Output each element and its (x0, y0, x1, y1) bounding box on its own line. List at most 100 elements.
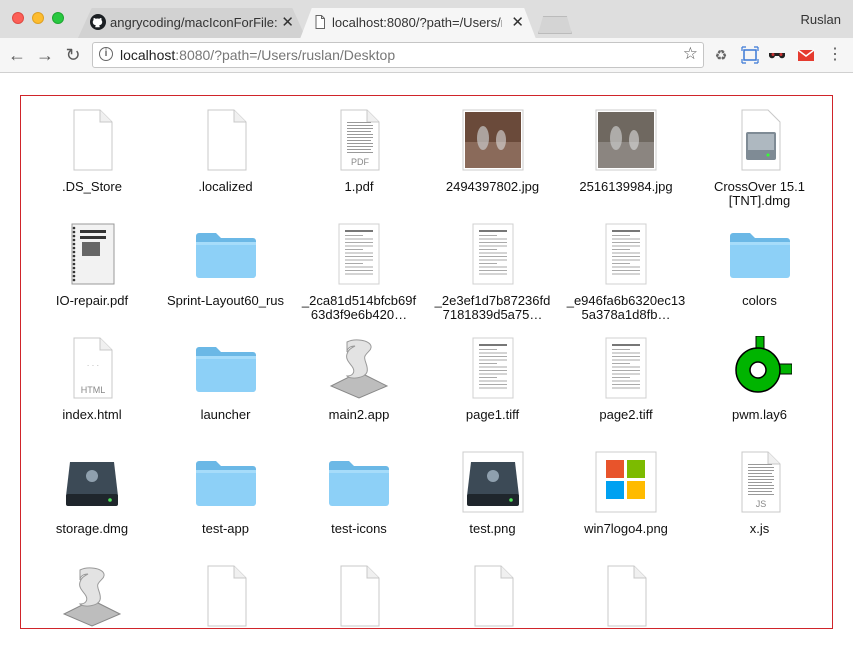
file-item[interactable]: test.png (433, 442, 553, 552)
file-name: _2ca81d514bfcb69f63d3f9e6b420… (301, 294, 417, 322)
disk-image-icon (728, 108, 792, 172)
window-close-button[interactable] (12, 12, 24, 24)
file-item[interactable]: pwm.lay6 (700, 328, 820, 438)
svg-text:· · ·: · · · (87, 361, 99, 370)
file-name: CrossOver 15.1 [TNT].dmg (713, 180, 806, 208)
file-item[interactable] (433, 556, 553, 628)
file-item[interactable]: test-app (166, 442, 286, 552)
svg-text:HTML: HTML (81, 385, 106, 395)
file-name: 2516139984.jpg (579, 180, 673, 194)
file-item[interactable]: _2e3ef1d7b87236fd7181839d5a75… (433, 214, 553, 324)
file-name: win7logo4.png (584, 522, 668, 536)
blank-file-icon (194, 564, 258, 628)
menu-kebab-icon[interactable]: ⋮ (826, 46, 844, 64)
js-file-icon: JS (728, 450, 792, 514)
page-content: .DS_Store .localized PDF 1.pdf 2494397802.jp… (0, 73, 853, 649)
mail-extension-icon[interactable] (797, 46, 815, 64)
file-item[interactable]: _2ca81d514bfcb69f63d3f9e6b420… (299, 214, 419, 324)
file-grid: .DS_Store .localized PDF 1.pdf 2494397802.jp… (20, 95, 833, 629)
file-item[interactable]: Sprint-Layout60_rus (166, 214, 286, 324)
app-script-icon (327, 336, 391, 400)
window-minimize-button[interactable] (32, 12, 44, 24)
close-icon[interactable]: ✕ (511, 13, 524, 31)
file-item[interactable]: CrossOver 15.1 [TNT].dmg (700, 100, 820, 210)
file-item[interactable]: 2516139984.jpg (566, 100, 686, 210)
html-file-icon: · · · HTML (60, 336, 124, 400)
file-item[interactable] (566, 556, 686, 628)
file-name: _e946fa6b6320ec135a378a1d8fb… (566, 294, 686, 322)
close-icon[interactable]: ✕ (281, 13, 294, 31)
tab-github[interactable]: angrycoding/macIconForFile: N ✕ (78, 8, 306, 38)
window-maximize-button[interactable] (52, 12, 64, 24)
folder-icon (728, 222, 792, 286)
url-text[interactable]: localhost:8080/?path=/Users/ruslan/Deskt… (120, 47, 395, 63)
file-name: page2.tiff (599, 408, 653, 422)
hard-drive-thumb-icon (461, 450, 525, 514)
incognito-mask-icon[interactable] (768, 46, 786, 64)
photo-icon (594, 108, 658, 172)
file-item[interactable]: PDF 1.pdf (299, 100, 419, 210)
file-name: .localized (198, 180, 253, 194)
file-name: x.js (749, 522, 770, 536)
page-icon (315, 15, 325, 29)
file-item[interactable]: page2.tiff (566, 328, 686, 438)
new-tab-button[interactable] (538, 16, 572, 34)
file-name: .DS_Store (62, 180, 122, 194)
document-thumbnail-icon (594, 222, 658, 286)
file-item[interactable]: · · · HTML index.html (32, 328, 152, 438)
blank-file-icon (594, 564, 658, 628)
svg-text:JS: JS (755, 499, 766, 509)
screenshot-extension-icon[interactable] (741, 46, 759, 64)
info-icon[interactable]: i (99, 47, 113, 61)
address-bar[interactable]: i localhost:8080/?path=/Users/ruslan/Des… (92, 42, 704, 68)
file-item[interactable]: launcher (166, 328, 286, 438)
file-item[interactable]: page1.tiff (433, 328, 553, 438)
file-name: main2.app (328, 408, 390, 422)
blank-file-icon (327, 564, 391, 628)
file-name: test-icons (331, 522, 387, 536)
tab-localhost[interactable]: localhost:8080/?path=/Users/r ✕ (300, 8, 536, 39)
file-item[interactable]: .localized (166, 100, 286, 210)
profile-name[interactable]: Ruslan (801, 12, 841, 27)
file-name: test-app (202, 522, 249, 536)
pdf-icon: PDF (327, 108, 391, 172)
file-name: launcher (200, 408, 251, 422)
file-item[interactable]: .DS_Store (32, 100, 152, 210)
reload-icon[interactable]: ↻ (62, 44, 84, 66)
green-pipe-icon (728, 335, 792, 400)
file-item[interactable] (166, 556, 286, 628)
pdf-booklet-icon (60, 222, 124, 286)
file-item[interactable]: 2494397802.jpg (433, 100, 553, 210)
file-item[interactable]: colors (700, 214, 820, 324)
file-name: 1.pdf (344, 180, 374, 194)
bookmark-star-icon[interactable]: ☆ (683, 44, 698, 64)
back-arrow-icon[interactable]: ← (6, 44, 28, 66)
recycle-extension-icon[interactable]: ♻ (712, 46, 730, 64)
file-item[interactable]: JS x.js (700, 442, 820, 552)
file-item[interactable]: storage.dmg (32, 442, 152, 552)
folder-icon (327, 450, 391, 514)
tab-title: angrycoding/macIconForFile: N (110, 15, 280, 30)
blank-file-icon (60, 108, 124, 172)
file-name: IO-repair.pdf (55, 294, 129, 308)
document-thumbnail-icon (594, 336, 658, 400)
forward-arrow-icon[interactable]: → (34, 44, 56, 66)
file-item[interactable] (32, 556, 152, 628)
file-item[interactable]: IO-repair.pdf (32, 214, 152, 324)
folder-icon (194, 450, 258, 514)
browser-toolbar: ← → ↻ i localhost:8080/?path=/Users/rusl… (0, 38, 853, 73)
file-item[interactable]: test-icons (299, 442, 419, 552)
app-script-icon (60, 564, 124, 628)
photo-icon (461, 108, 525, 172)
file-name: storage.dmg (55, 522, 129, 536)
file-item[interactable]: _e946fa6b6320ec135a378a1d8fb… (566, 214, 686, 324)
document-thumbnail-icon (461, 336, 525, 400)
file-name: 2494397802.jpg (445, 180, 540, 194)
folder-icon (194, 336, 258, 400)
file-name: index.html (62, 408, 122, 422)
file-item[interactable] (299, 556, 419, 628)
svg-text:PDF: PDF (351, 157, 370, 167)
file-item[interactable]: main2.app (299, 328, 419, 438)
folder-icon (194, 222, 258, 286)
file-item[interactable]: win7logo4.png (566, 442, 686, 552)
